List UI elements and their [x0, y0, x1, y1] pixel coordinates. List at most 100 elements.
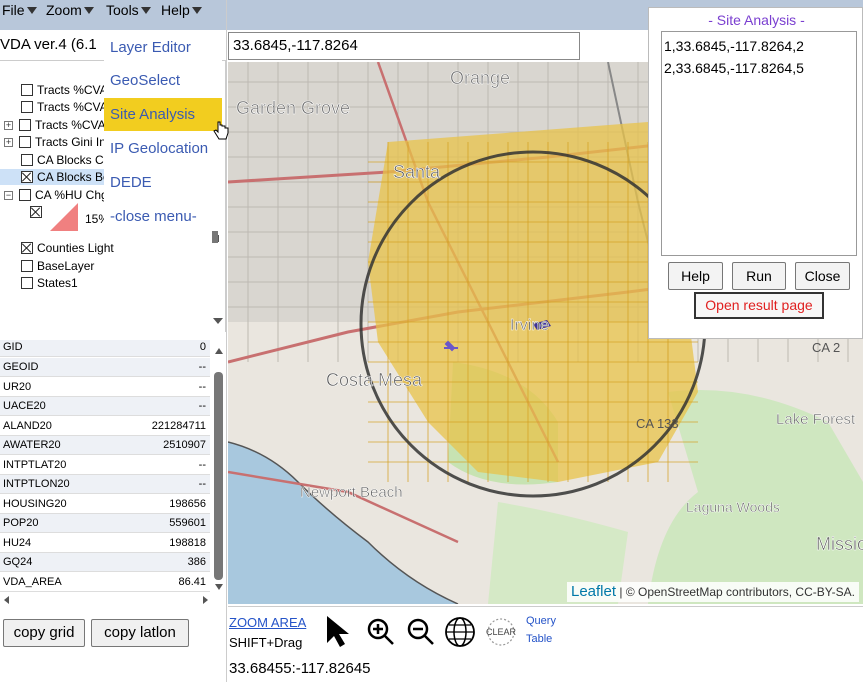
shift-drag-label: SHIFT+Drag	[229, 635, 303, 650]
attribute-hscrollbar[interactable]	[0, 594, 212, 606]
menu-zoom[interactable]: Zoom	[46, 1, 94, 19]
layer-item[interactable]: + Tracts %CVA	[4, 117, 106, 133]
table-row: UR20 --	[0, 378, 210, 397]
layer-item[interactable]: + Tracts Gini In	[4, 134, 106, 150]
attr-value: 386	[187, 556, 206, 568]
expand-icon[interactable]: +	[4, 138, 13, 147]
map-label-ca241: CA 2	[812, 340, 840, 355]
layer-checkbox[interactable]	[19, 119, 31, 131]
location-input[interactable]: 33.6845,-117.8264	[228, 32, 580, 60]
attr-value: --	[198, 361, 206, 373]
attr-value: 86.41	[178, 576, 206, 588]
attr-key: POP20	[3, 517, 39, 529]
menu-tools[interactable]: Tools	[106, 1, 151, 19]
layer-checkbox[interactable]	[21, 84, 33, 96]
zoom-out-icon[interactable]	[406, 617, 436, 647]
table-row: HOUSING20 198656	[0, 495, 210, 514]
table-row: GEOID --	[0, 358, 210, 377]
clear-icon[interactable]: CLEAR	[484, 617, 518, 647]
layer-item[interactable]: CA Blocks Co	[4, 152, 110, 168]
table-row: INTPTLON20 --	[0, 475, 210, 494]
map-label-mission: Missio	[816, 534, 863, 554]
attr-key: UACE20	[3, 400, 46, 412]
hand-cursor-icon	[213, 121, 229, 140]
attr-value: --	[198, 400, 206, 412]
layer-checkbox[interactable]	[21, 154, 33, 166]
query-link[interactable]: Query	[526, 615, 556, 627]
close-button[interactable]: Close	[795, 262, 850, 290]
layer-label: BaseLayer	[37, 259, 95, 273]
table-row: INTPTLAT20 --	[0, 456, 210, 475]
table-row: AWATER20 2510907	[0, 436, 210, 455]
legend-item[interactable]	[30, 204, 46, 220]
menu-scroll-thumb[interactable]	[212, 231, 218, 243]
attr-key: HU24	[3, 537, 32, 549]
leaflet-link[interactable]: Leaflet	[571, 583, 616, 600]
layer-item[interactable]: BaseLayer	[4, 258, 94, 274]
help-button[interactable]: Help	[668, 262, 723, 290]
menu-item-geoselect[interactable]: GeoSelect	[104, 64, 222, 97]
attr-value: 198818	[169, 537, 206, 549]
table-row: UACE20 --	[0, 397, 210, 416]
layer-checkbox[interactable]	[21, 260, 33, 272]
legend-checkbox[interactable]	[30, 206, 42, 218]
menu-item-ip-geolocation[interactable]: IP Geolocation	[104, 132, 222, 165]
zoom-area-link[interactable]: ZOOM AREA	[229, 615, 306, 630]
menu-item-close-menu[interactable]: -close menu-	[104, 200, 222, 233]
layer-item-selected[interactable]: CA Blocks Bo	[0, 169, 110, 185]
copy-latlon-button[interactable]: copy latlon	[91, 619, 189, 647]
chevron-down-icon	[26, 7, 37, 14]
expand-icon[interactable]: +	[4, 121, 13, 130]
zoom-in-icon[interactable]	[366, 617, 396, 647]
layer-item[interactable]: States1	[4, 275, 78, 291]
pointer-arrow-icon[interactable]	[324, 613, 354, 649]
site-analysis-title: - Site Analysis -	[708, 12, 805, 28]
map-label-newport-beach: Newport Beach	[300, 484, 403, 501]
menu-help[interactable]: Help	[161, 1, 202, 19]
layer-label: Counties Light	[37, 241, 114, 255]
site-analysis-textarea[interactable]: 1,33.6845,-117.8264,2 2,33.6845,-117.826…	[661, 31, 857, 256]
layer-checkbox[interactable]	[21, 101, 33, 113]
menu-item-layer-editor[interactable]: Layer Editor	[104, 31, 222, 64]
map-label-costa-mesa: Costa Mesa	[326, 370, 423, 390]
menu-tools-label: Tools	[106, 2, 139, 18]
menu-file[interactable]: File	[2, 1, 37, 19]
tools-dropdown-menu: Layer Editor GeoSelect Site Analysis IP …	[104, 31, 222, 243]
attr-value: --	[198, 381, 206, 393]
menu-help-label: Help	[161, 2, 190, 18]
layer-checkbox[interactable]	[21, 242, 33, 254]
attr-key: GEOID	[3, 361, 39, 373]
map-label-garden-grove: Garden Grove	[236, 98, 350, 118]
globe-icon[interactable]	[444, 616, 476, 648]
attr-key: ALAND20	[3, 420, 52, 432]
menu-item-site-analysis[interactable]: Site Analysis	[104, 98, 222, 131]
attr-key: VDA_AREA	[3, 576, 62, 588]
attr-value: 2510907	[163, 439, 206, 451]
layer-label: Tracts %CVA	[35, 118, 106, 132]
attr-value: --	[198, 478, 206, 490]
collapse-icon[interactable]: −	[4, 191, 13, 200]
attribution-text: | © OpenStreetMap contributors, CC-BY-SA…	[619, 585, 855, 599]
open-result-page-button[interactable]: Open result page	[694, 292, 824, 319]
layer-item[interactable]: Tracts %CVA	[4, 82, 108, 98]
layer-item[interactable]: Counties Light	[4, 240, 114, 256]
run-button[interactable]: Run	[732, 262, 786, 290]
map-label-irvine: Irvine	[510, 317, 549, 334]
map-label-laguna-woods: Laguna Woods	[686, 499, 780, 515]
layer-checkbox[interactable]	[19, 189, 31, 201]
attr-key: AWATER20	[3, 439, 61, 451]
layer-checkbox[interactable]	[21, 277, 33, 289]
copy-grid-button[interactable]: copy grid	[3, 619, 85, 647]
table-link[interactable]: Table	[526, 633, 552, 645]
cursor-coordinates: 33.68455:-117.82645	[229, 660, 371, 677]
attribute-scrollbar[interactable]	[212, 340, 226, 594]
layer-item[interactable]: Tracts %CVA	[4, 99, 108, 115]
layer-checkbox[interactable]	[19, 136, 31, 148]
layer-checkbox[interactable]	[21, 171, 33, 183]
map-label-orange: Orange	[450, 68, 510, 88]
map-attribution: Leaflet | © OpenStreetMap contributors, …	[566, 582, 859, 602]
menu-zoom-label: Zoom	[46, 2, 82, 18]
menu-item-dede[interactable]: DEDE	[104, 166, 222, 199]
layer-label: Tracts %CVA	[37, 100, 108, 114]
app-title: VDA ver.4 (6.1	[0, 36, 97, 53]
